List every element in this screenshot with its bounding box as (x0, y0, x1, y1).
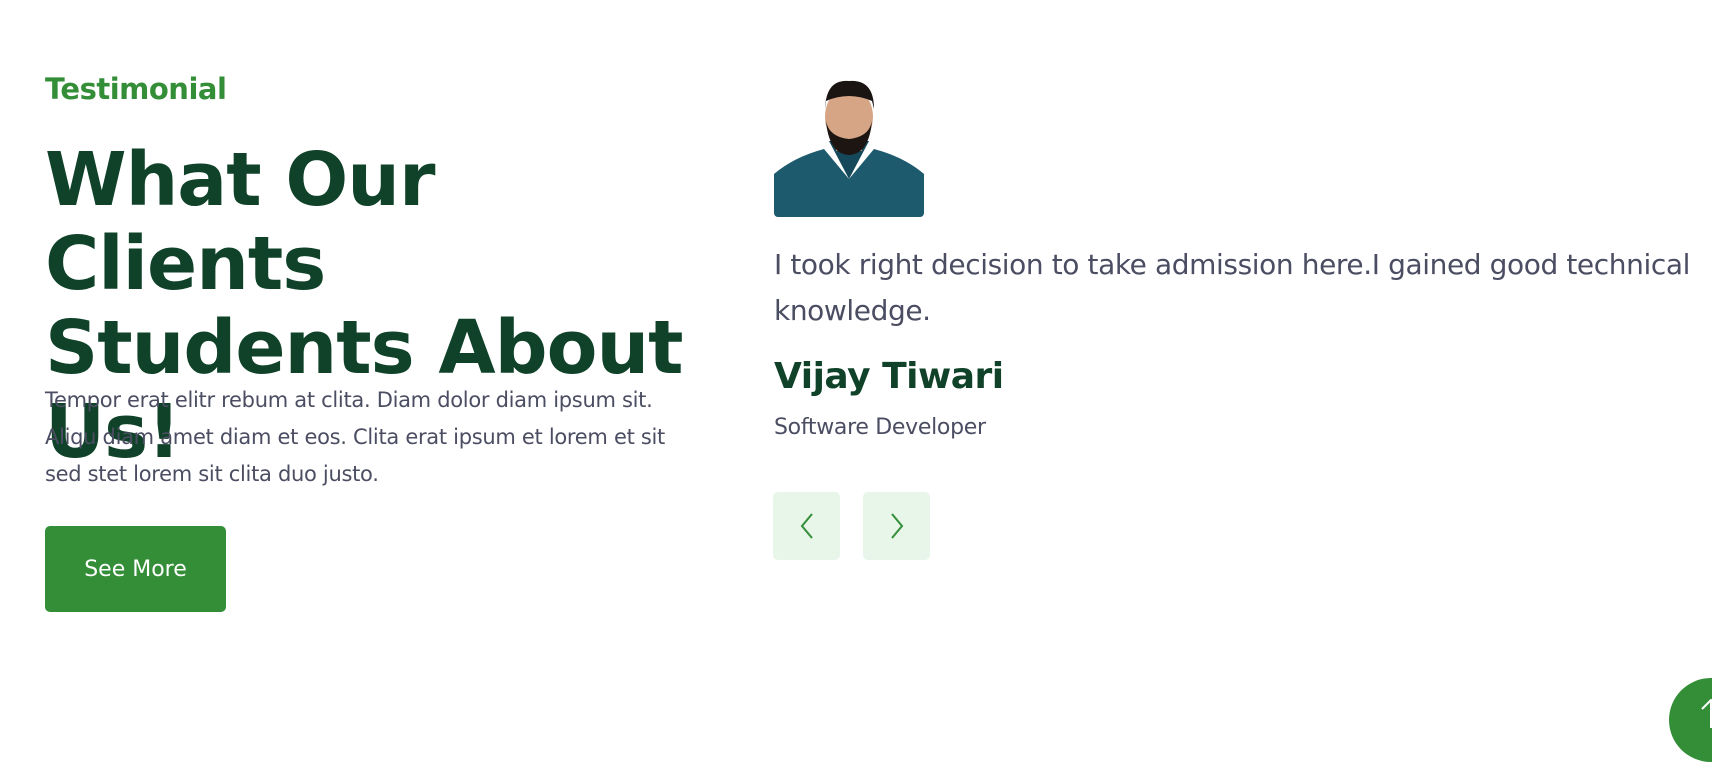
chevron-left-icon (800, 513, 813, 539)
see-more-button[interactable]: See More (45, 526, 226, 612)
testimonial-quote: I took right decision to take admission … (774, 248, 1690, 327)
next-button[interactable] (863, 492, 930, 560)
back-to-top-button[interactable] (1669, 678, 1712, 762)
section-eyebrow: Testimonial (45, 72, 227, 106)
title-line-1: What Our Clients (45, 137, 435, 307)
previous-button[interactable] (773, 492, 840, 560)
section-description: Tempor erat elitr rebum at clita. Diam d… (45, 388, 665, 486)
testimonial-avatar (774, 79, 924, 217)
arrow-up-icon (1701, 698, 1712, 728)
testimonial-name: Vijay Tiwari (774, 356, 1004, 397)
chevron-right-icon (890, 513, 903, 539)
testimonial-role: Software Developer (774, 415, 986, 440)
